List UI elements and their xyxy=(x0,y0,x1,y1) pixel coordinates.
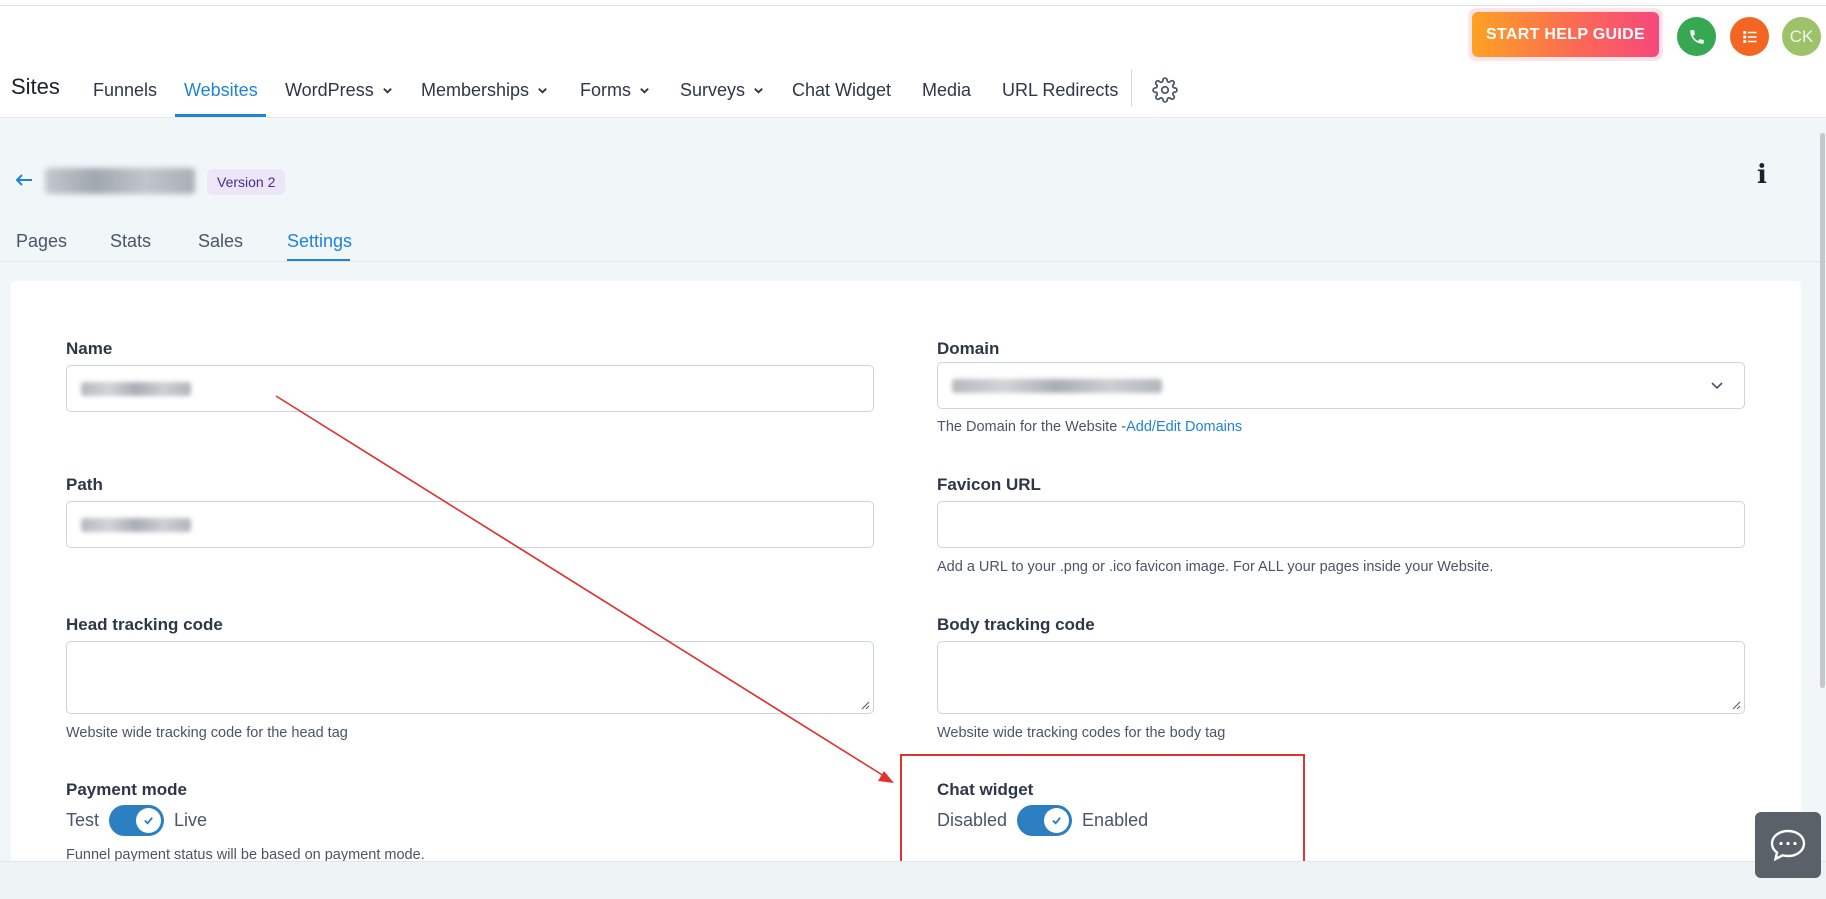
nav-websites[interactable]: Websites xyxy=(184,80,258,101)
add-edit-domains-link[interactable]: Add/Edit Domains xyxy=(1126,419,1242,435)
chat-launcher-button[interactable] xyxy=(1755,812,1821,878)
body-tracking-help: Website wide tracking codes for the body… xyxy=(937,725,1226,741)
nav-divider xyxy=(1131,70,1132,106)
annotation-highlight-box xyxy=(900,754,1305,865)
nav-label: URL Redirects xyxy=(1002,80,1119,100)
path-label: Path xyxy=(66,475,103,494)
nav-surveys[interactable]: Surveys xyxy=(680,80,764,101)
page-scrollbar[interactable] xyxy=(1820,133,1825,688)
chevron-down-icon xyxy=(382,88,392,94)
chevron-down-icon xyxy=(538,88,547,94)
nav-label: Forms xyxy=(580,80,631,100)
app-title: Sites xyxy=(11,74,60,99)
chevron-down-icon xyxy=(640,88,649,94)
bottom-strip xyxy=(0,861,1826,899)
toggle-knob xyxy=(136,808,162,833)
nav-label: Chat Widget xyxy=(792,80,892,100)
phone-button[interactable] xyxy=(1677,17,1716,56)
site-name-redacted xyxy=(45,168,195,194)
nav-wordpress[interactable]: WordPress xyxy=(285,80,393,101)
domain-label: Domain xyxy=(937,339,1000,358)
active-tab-indicator xyxy=(287,259,350,261)
payment-live-label: Live xyxy=(174,810,208,830)
head-tracking-help: Website wide tracking code for the head … xyxy=(66,725,348,741)
resize-handle-icon[interactable] xyxy=(1731,700,1741,710)
active-nav-indicator xyxy=(175,114,266,117)
domain-value-redacted xyxy=(952,378,1162,393)
favicon-label: Favicon URL xyxy=(937,475,1041,494)
payment-mode-row: Test Live xyxy=(66,805,207,836)
favicon-help: Add a URL to your .png or .ico favicon i… xyxy=(937,559,1494,575)
favicon-url-input[interactable] xyxy=(937,501,1745,548)
gear-icon[interactable] xyxy=(1152,77,1178,103)
tab-pages[interactable]: Pages xyxy=(16,231,67,252)
task-list-button[interactable] xyxy=(1730,17,1769,56)
nav-memberships[interactable]: Memberships xyxy=(421,80,548,101)
chevron-down-icon xyxy=(754,88,763,94)
chat-icon xyxy=(1770,829,1806,862)
payment-test-label: Test xyxy=(66,810,100,830)
payment-mode-label: Payment mode xyxy=(66,780,187,799)
nav-label: Websites xyxy=(184,80,258,100)
nav-label: Media xyxy=(922,80,972,100)
resize-handle-icon[interactable] xyxy=(860,700,870,710)
head-tracking-textarea[interactable] xyxy=(66,641,874,714)
tab-divider xyxy=(0,261,1826,262)
payment-mode-toggle[interactable] xyxy=(109,805,165,836)
name-input[interactable] xyxy=(66,365,874,412)
nav-url-redirects[interactable]: URL Redirects xyxy=(1002,80,1118,101)
body-tracking-label: Body tracking code xyxy=(937,615,1095,634)
nav-label: Surveys xyxy=(680,80,746,100)
tab-stats[interactable]: Stats xyxy=(110,231,151,252)
domain-help: The Domain for the Website -Add/Edit Dom… xyxy=(937,419,1242,435)
info-icon[interactable]: i xyxy=(1757,160,1767,190)
path-input[interactable] xyxy=(66,501,874,548)
tab-settings[interactable]: Settings xyxy=(287,231,352,252)
version-badge: Version 2 xyxy=(207,169,286,195)
chevron-down-icon xyxy=(1711,382,1723,390)
user-avatar[interactable]: CK xyxy=(1782,17,1821,56)
nav-funnels[interactable]: Funnels xyxy=(93,80,157,101)
nav-chat-widget[interactable]: Chat Widget xyxy=(792,80,891,101)
path-value-redacted xyxy=(81,517,191,532)
body-tracking-textarea[interactable] xyxy=(937,641,1745,714)
head-tracking-label: Head tracking code xyxy=(66,615,223,634)
list-icon xyxy=(1742,30,1757,43)
start-help-guide-label: START HELP GUIDE xyxy=(1472,12,1659,57)
name-label: Name xyxy=(66,339,113,358)
phone-icon xyxy=(1689,29,1704,44)
back-arrow-icon[interactable] xyxy=(14,172,34,188)
nav-label: Funnels xyxy=(93,80,158,100)
domain-select[interactable] xyxy=(937,362,1745,409)
name-value-redacted xyxy=(81,381,191,396)
nav-label: Memberships xyxy=(421,80,530,100)
domain-help-text: The Domain for the Website - xyxy=(937,419,1127,435)
check-icon xyxy=(144,817,153,825)
start-help-guide-button[interactable]: START HELP GUIDE xyxy=(1468,8,1663,61)
nav-media[interactable]: Media xyxy=(922,80,971,101)
nav-forms[interactable]: Forms xyxy=(580,80,650,101)
nav-label: WordPress xyxy=(285,80,374,100)
tab-sales[interactable]: Sales xyxy=(198,231,243,252)
